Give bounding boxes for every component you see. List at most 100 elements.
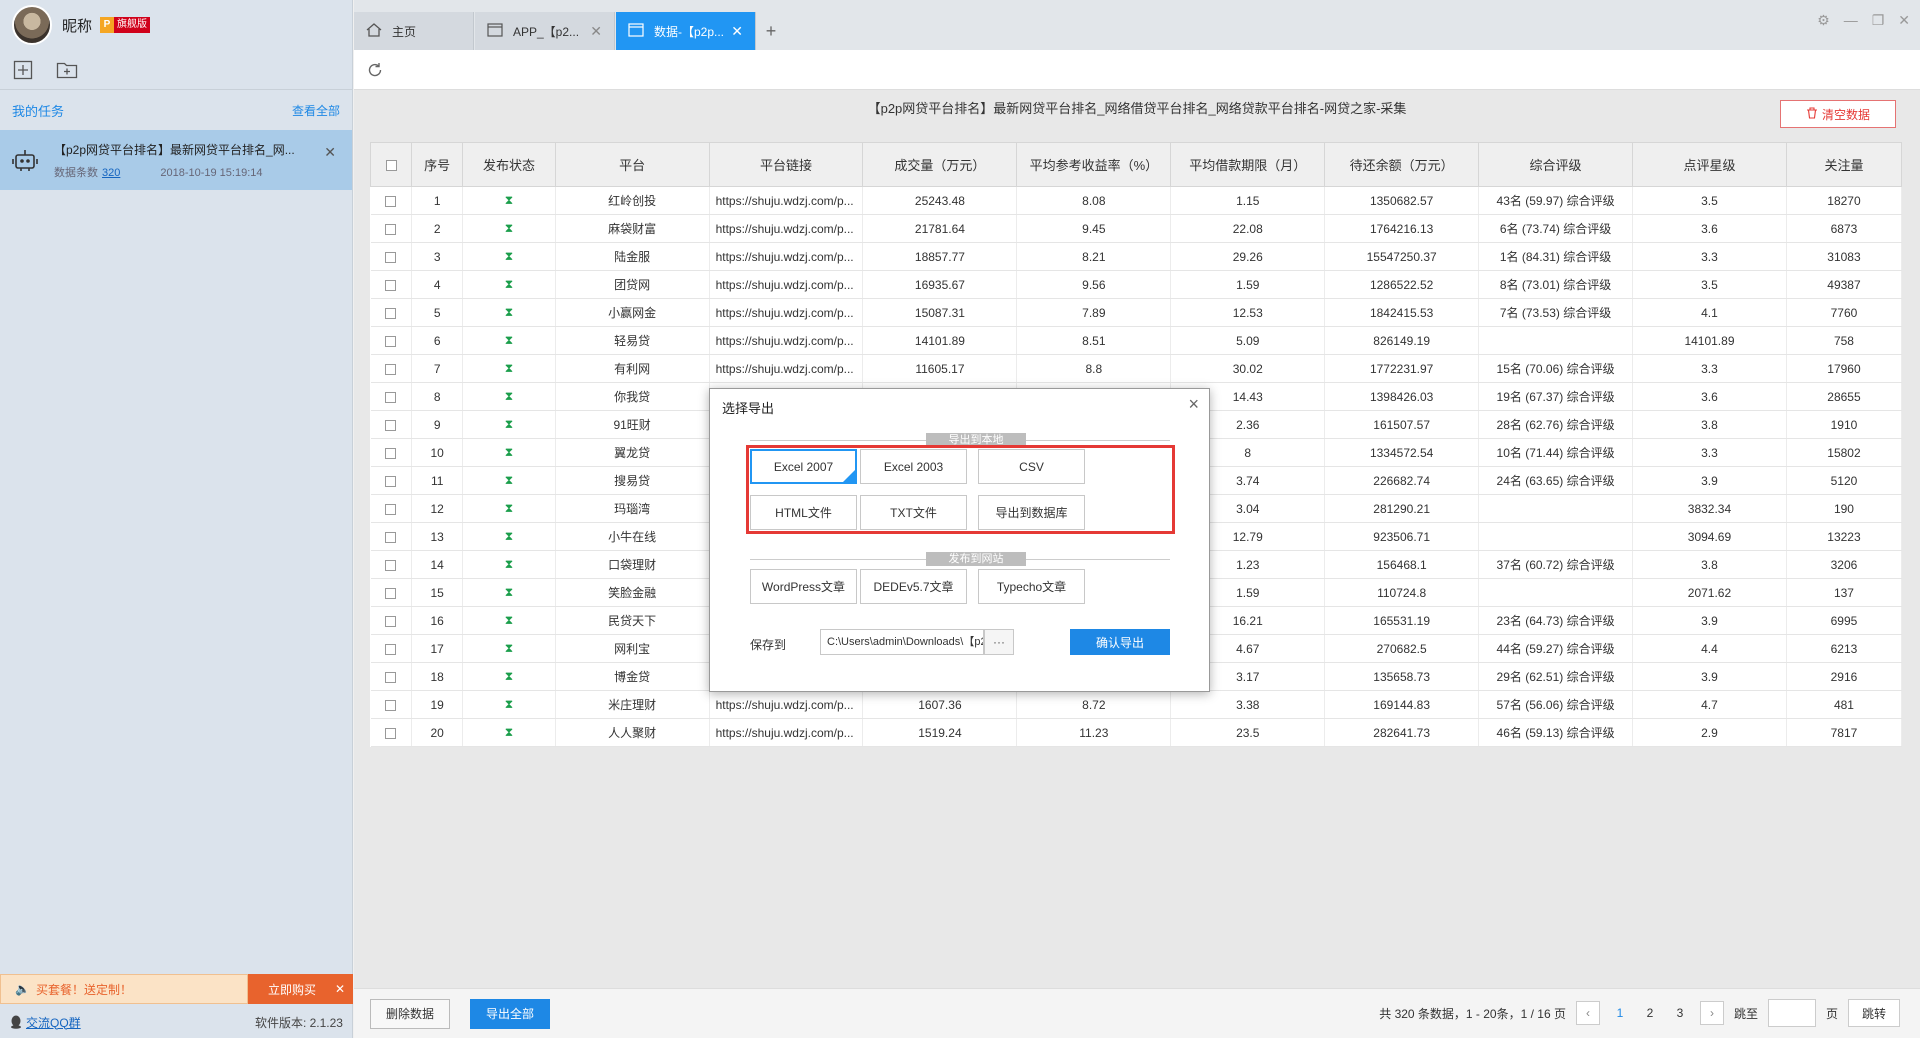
option-typecho[interactable]: Typecho文章 [978,569,1085,604]
option-excel-2007[interactable]: Excel 2007 [750,449,857,484]
option-txt[interactable]: TXT文件 [860,495,967,530]
qq-group-link[interactable]: 交流QQ群 [10,1014,81,1031]
settings-icon[interactable]: ⚙ [1817,12,1830,29]
row-checkbox[interactable] [385,615,397,627]
buy-now-button[interactable]: 立即购买 ✕ [248,974,353,1004]
row-select-cell[interactable] [370,214,413,243]
close-icon[interactable]: ✕ [1898,12,1910,29]
select-all-checkbox[interactable] [385,160,397,172]
row-select-cell[interactable] [370,466,413,495]
col-header[interactable]: 发布状态 [462,142,556,187]
select-all-cell[interactable] [369,142,413,187]
clear-data-button[interactable]: 清空数据 [1780,100,1896,128]
option-excel-2003[interactable]: Excel 2003 [860,449,967,484]
col-header[interactable]: 点评星级 [1632,142,1787,187]
row-select-cell[interactable] [370,606,413,635]
task-count[interactable]: 320 [102,167,120,179]
col-header[interactable]: 序号 [411,142,464,187]
tab-close-icon[interactable]: ✕ [731,23,743,40]
row-checkbox[interactable] [385,503,397,515]
row-checkbox[interactable] [385,447,397,459]
new-task-icon[interactable] [12,59,34,81]
row-select-cell[interactable] [370,438,413,467]
tab-home[interactable]: 主页 [354,12,474,50]
row-checkbox[interactable] [385,643,397,655]
row-checkbox[interactable] [385,727,397,739]
row-checkbox[interactable] [385,251,397,263]
row-select-cell[interactable] [370,410,413,439]
table-row[interactable]: 7 ⧗ 有利网 https://shuju.wdzj.com/p... 11605.17… [370,354,1903,383]
restore-icon[interactable]: ❐ [1872,12,1885,29]
next-page-icon[interactable]: › [1699,1001,1724,1025]
save-path-input[interactable]: C:\Users\admin\Downloads\【p2p网 [820,629,984,655]
row-select-cell[interactable] [370,298,413,327]
option-database[interactable]: 导出到数据库 [978,495,1085,530]
row-select-cell[interactable] [370,522,413,551]
delete-data-button[interactable]: 删除数据 [370,998,450,1029]
col-header[interactable]: 成交量（万元） [862,142,1018,187]
col-header[interactable]: 平均借款期限（月） [1170,142,1326,187]
row-checkbox[interactable] [385,363,397,375]
row-checkbox[interactable] [385,335,397,347]
col-header[interactable]: 平台链接 [708,142,864,187]
table-row[interactable]: 5 ⧗ 小赢网金 https://shuju.wdzj.com/p... 15087.3… [370,298,1903,327]
col-header[interactable]: 平均参考收益率（%） [1016,142,1172,187]
row-checkbox[interactable] [385,391,397,403]
prev-page-icon[interactable]: ‹ [1575,1001,1600,1025]
col-header[interactable]: 综合评级 [1478,142,1634,187]
tab-app[interactable]: APP_【p2... ✕ [475,12,615,50]
row-checkbox[interactable] [385,671,397,683]
row-checkbox[interactable] [385,559,397,571]
col-header[interactable]: 待还余额（万元） [1324,142,1480,187]
row-checkbox[interactable] [385,531,397,543]
col-header[interactable]: 关注量 [1785,142,1903,187]
tab-data[interactable]: 数据-【p2p... ✕ [616,12,756,50]
option-dede[interactable]: DEDEv5.7文章 [860,569,967,604]
table-row[interactable]: 3 ⧗ 陆金服 https://shuju.wdzj.com/p... 18857.77… [370,242,1903,271]
row-select-cell[interactable] [370,690,413,719]
view-all-link[interactable]: 查看全部 [292,102,340,119]
dialog-close-icon[interactable]: × [1188,394,1199,415]
refresh-icon[interactable] [364,59,386,81]
confirm-export-button[interactable]: 确认导出 [1070,629,1170,655]
row-checkbox[interactable] [385,419,397,431]
row-select-cell[interactable] [370,242,413,271]
browse-button[interactable]: ··· [984,629,1014,655]
option-wordpress[interactable]: WordPress文章 [750,569,857,604]
row-select-cell[interactable] [370,354,413,383]
add-tab-icon[interactable]: + [756,12,786,50]
col-header[interactable]: 平台 [554,142,710,187]
row-select-cell[interactable] [370,326,413,355]
page-link[interactable]: 3 [1670,1006,1690,1020]
row-select-cell[interactable] [370,662,413,691]
avatar[interactable] [12,5,52,45]
row-select-cell[interactable] [370,186,413,215]
table-row[interactable]: 2 ⧗ 麻袋财富 https://shuju.wdzj.com/p... 21781.6… [370,214,1903,243]
promo-close-icon[interactable]: ✕ [335,982,345,996]
table-row[interactable]: 20 ⧗ 人人聚财 https://shuju.wdzj.com/p... 1519.2… [370,718,1903,747]
row-checkbox[interactable] [385,195,397,207]
row-checkbox[interactable] [385,587,397,599]
page-link[interactable]: 2 [1640,1006,1660,1020]
row-select-cell[interactable] [370,550,413,579]
row-select-cell[interactable] [370,270,413,299]
row-checkbox[interactable] [385,699,397,711]
row-select-cell[interactable] [370,494,413,523]
row-select-cell[interactable] [370,578,413,607]
export-all-button[interactable]: 导出全部 [470,998,550,1029]
row-select-cell[interactable] [370,718,413,747]
row-checkbox[interactable] [385,279,397,291]
new-folder-icon[interactable] [56,59,78,81]
task-item[interactable]: 【p2p网贷平台排名】最新网贷平台排名_网... 数据条数 320 2018-10-… [0,130,352,190]
goto-button[interactable]: 跳转 [1848,999,1900,1027]
option-csv[interactable]: CSV [978,449,1085,484]
row-checkbox[interactable] [385,223,397,235]
page-link[interactable]: 1 [1610,1006,1630,1020]
row-checkbox[interactable] [385,475,397,487]
table-row[interactable]: 1 ⧗ 红岭创投 https://shuju.wdzj.com/p... 25243.4… [370,186,1903,215]
table-row[interactable]: 4 ⧗ 团贷网 https://shuju.wdzj.com/p... 16935.67… [370,270,1903,299]
row-checkbox[interactable] [385,307,397,319]
row-select-cell[interactable] [370,382,413,411]
row-select-cell[interactable] [370,634,413,663]
minimize-icon[interactable]: — [1844,12,1858,29]
